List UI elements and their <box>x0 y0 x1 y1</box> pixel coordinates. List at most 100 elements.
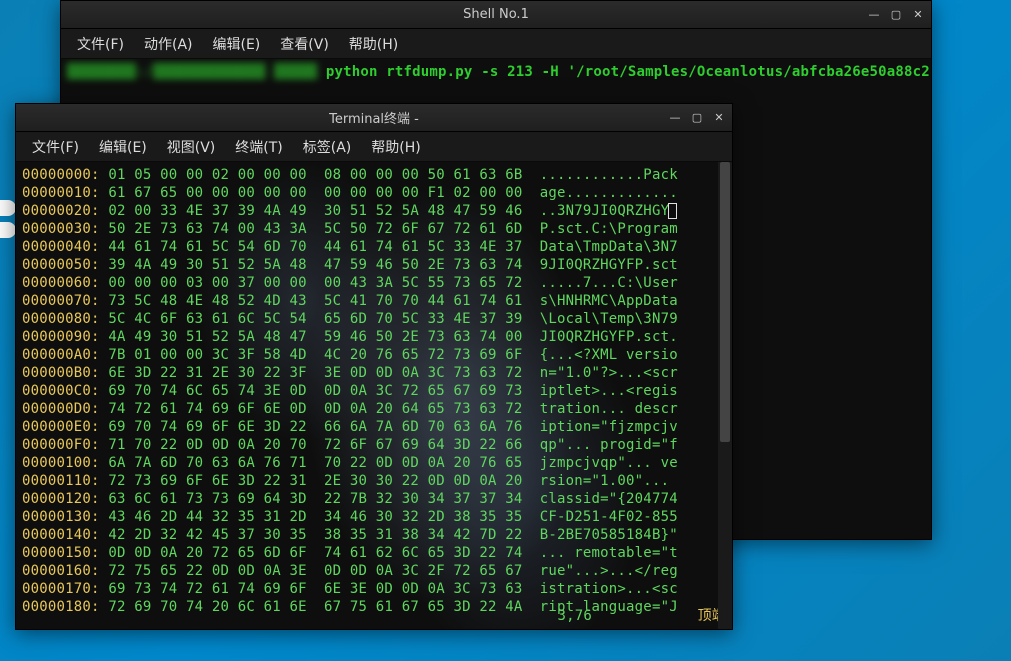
hexdump-row: 00000110: 72 73 69 6F 6E 3D 22 31 2E 30 … <box>22 472 726 490</box>
hexdump-row: 000000F0: 71 70 22 0D 0D 0A 20 70 72 6F … <box>22 436 726 454</box>
menu-edit[interactable]: 编辑(E) <box>205 30 269 58</box>
shell-menubar: 文件(F) 动作(A) 编辑(E) 查看(V) 帮助(H) <box>61 29 931 59</box>
hex-bytes: 74 72 61 74 69 6F 6E 0D 0D 0A 20 64 65 7… <box>108 401 522 417</box>
menu-help[interactable]: 帮助(H) <box>363 133 428 161</box>
menu-view[interactable]: 查看(V) <box>272 30 337 58</box>
hex-ascii: rsion="1.00"... <box>540 473 678 489</box>
menu-file[interactable]: 文件(F) <box>69 30 132 58</box>
hex-bytes: 5C 4C 6F 63 61 6C 5C 54 65 6D 70 5C 33 4… <box>108 311 522 327</box>
hex-address: 00000120: <box>22 491 100 507</box>
hexdump-row: 00000040: 44 61 74 61 5C 54 6D 70 44 61 … <box>22 238 726 256</box>
terminal-menubar: 文件(F) 编辑(E) 视图(V) 终端(T) 标签(A) 帮助(H) <box>16 132 732 162</box>
hex-bytes: 02 00 33 4E 37 39 4A 49 30 51 52 5A 48 4… <box>108 203 522 219</box>
hex-address: 00000130: <box>22 509 100 525</box>
hexdump-row: 00000150: 0D 0D 0A 20 72 65 6D 6F 74 61 … <box>22 544 726 562</box>
hex-address: 00000110: <box>22 473 100 489</box>
terminal-body[interactable]: 00000000: 01 05 00 00 02 00 00 00 08 00 … <box>16 162 732 629</box>
hexdump-row: 000000E0: 69 70 74 69 6F 6E 3D 22 66 6A … <box>22 418 726 436</box>
scrollbar-thumb[interactable] <box>720 162 730 442</box>
hexdump-row: 00000010: 61 67 65 00 00 00 00 00 00 00 … <box>22 184 726 202</box>
hex-address: 000000F0: <box>22 437 100 453</box>
hexdump-row: 00000020: 02 00 33 4E 37 39 4A 49 30 51 … <box>22 202 726 220</box>
hex-ascii: tration... descr <box>540 401 678 417</box>
hex-ascii: s\HNHRMC\AppData <box>540 293 678 309</box>
hex-ascii: P.sct.C:\Program <box>540 221 678 237</box>
hex-bytes: 01 05 00 00 02 00 00 00 08 00 00 00 50 6… <box>108 167 522 183</box>
hex-bytes: 72 75 65 22 0D 0D 0A 3E 0D 0D 0A 3C 2F 7… <box>108 563 522 579</box>
hex-address: 00000180: <box>22 599 100 615</box>
terminal-title: Terminal终端 - <box>329 108 419 127</box>
hex-address: 00000100: <box>22 455 100 471</box>
scrollbar[interactable] <box>718 162 732 629</box>
shell-prompt-hidden: ████████:/█████████████ █████ <box>67 64 317 80</box>
hexdump-row: 00000180: 72 69 70 74 20 6C 61 6E 67 75 … <box>22 598 726 616</box>
cursor <box>668 203 677 219</box>
hex-bytes: 71 70 22 0D 0D 0A 20 70 72 6F 67 69 64 3… <box>108 437 522 453</box>
hexdump-row: 00000080: 5C 4C 6F 63 61 6C 5C 54 65 6D … <box>22 310 726 328</box>
hex-ascii: jzmpcjvqp"... ve <box>540 455 678 471</box>
menu-file[interactable]: 文件(F) <box>24 133 87 161</box>
hex-address: 00000140: <box>22 527 100 543</box>
terminal-window: Terminal终端 - — ▢ ✕ 文件(F) 编辑(E) 视图(V) 终端(… <box>15 103 733 630</box>
menu-action[interactable]: 动作(A) <box>136 30 201 58</box>
menu-terminal[interactable]: 终端(T) <box>227 133 290 161</box>
hex-address: 00000040: <box>22 239 100 255</box>
minimize-icon[interactable]: — <box>865 5 883 23</box>
maximize-icon[interactable]: ▢ <box>887 5 905 23</box>
hex-address: 00000010: <box>22 185 100 201</box>
shell-titlebar[interactable]: Shell No.1 — ▢ ✕ <box>61 1 931 29</box>
hex-address: 000000A0: <box>22 347 100 363</box>
menu-tabs[interactable]: 标签(A) <box>295 133 360 161</box>
hex-ascii: .....7...C:\User <box>540 275 678 291</box>
hex-address: 000000B0: <box>22 365 100 381</box>
hex-address: 00000150: <box>22 545 100 561</box>
hexdump-row: 00000090: 4A 49 30 51 52 5A 48 47 59 46 … <box>22 328 726 346</box>
hex-ascii: CF-D251-4F02-855 <box>540 509 678 525</box>
hex-address: 000000C0: <box>22 383 100 399</box>
maximize-icon[interactable]: ▢ <box>688 108 706 126</box>
hexdump-row: 000000C0: 69 70 74 6C 65 74 3E 0D 0D 0A … <box>22 382 726 400</box>
hex-bytes: 72 69 70 74 20 6C 61 6E 67 75 61 67 65 3… <box>108 599 522 615</box>
menu-help[interactable]: 帮助(H) <box>341 30 406 58</box>
hex-bytes: 0D 0D 0A 20 72 65 6D 6F 74 61 62 6C 65 3… <box>108 545 522 561</box>
hex-address: 00000000: <box>22 167 100 183</box>
hexdump-row: 000000D0: 74 72 61 74 69 6F 6E 0D 0D 0A … <box>22 400 726 418</box>
hexdump-row: 00000120: 63 6C 61 73 73 69 64 3D 22 7B … <box>22 490 726 508</box>
hexdump-row: 00000160: 72 75 65 22 0D 0D 0A 3E 0D 0D … <box>22 562 726 580</box>
hex-bytes: 61 67 65 00 00 00 00 00 00 00 00 00 F1 0… <box>108 185 522 201</box>
hex-bytes: 73 5C 48 4E 48 52 4D 43 5C 41 70 70 44 6… <box>108 293 522 309</box>
hexdump-row: 00000130: 43 46 2D 44 32 35 31 2D 34 46 … <box>22 508 726 526</box>
hex-address: 00000050: <box>22 257 100 273</box>
hex-address: 000000E0: <box>22 419 100 435</box>
hexdump-row: 00000060: 00 00 00 03 00 37 00 00 00 43 … <box>22 274 726 292</box>
hex-address: 00000170: <box>22 581 100 597</box>
hexdump-row: 00000050: 39 4A 49 30 51 52 5A 48 47 59 … <box>22 256 726 274</box>
hex-ascii: iption="fjzmpcjv <box>540 419 678 435</box>
menu-edit[interactable]: 编辑(E) <box>91 133 155 161</box>
hex-address: 00000020: <box>22 203 100 219</box>
minimize-icon[interactable]: — <box>666 108 684 126</box>
hexdump-row: 00000000: 01 05 00 00 02 00 00 00 08 00 … <box>22 166 726 184</box>
hex-ascii: Data\TmpData\3N7 <box>540 239 678 255</box>
terminal-titlebar[interactable]: Terminal终端 - — ▢ ✕ <box>16 104 732 132</box>
hex-bytes: 4A 49 30 51 52 5A 48 47 59 46 50 2E 73 6… <box>108 329 522 345</box>
hex-address: 000000D0: <box>22 401 100 417</box>
hex-address: 00000060: <box>22 275 100 291</box>
hex-address: 00000160: <box>22 563 100 579</box>
hex-ascii: istration>...<sc <box>540 581 678 597</box>
hex-bytes: 50 2E 73 63 74 00 43 3A 5C 50 72 6F 67 7… <box>108 221 522 237</box>
hex-ascii: B-2BE70585184B}" <box>540 527 678 543</box>
hex-bytes: 39 4A 49 30 51 52 5A 48 47 59 46 50 2E 7… <box>108 257 522 273</box>
cursor-position: 3,76 <box>557 607 592 625</box>
hexdump-row: 00000030: 50 2E 73 63 74 00 43 3A 5C 50 … <box>22 220 726 238</box>
close-icon[interactable]: ✕ <box>909 5 927 23</box>
hex-bytes: 69 70 74 69 6F 6E 3D 22 66 6A 7A 6D 70 6… <box>108 419 522 435</box>
close-icon[interactable]: ✕ <box>710 108 728 126</box>
hexdump-row: 00000170: 69 73 74 72 61 74 69 6F 6E 3E … <box>22 580 726 598</box>
hex-ascii: qp"... progid="f <box>540 437 678 453</box>
hex-ascii: ............Pack <box>540 167 678 183</box>
hex-bytes: 42 2D 32 42 45 37 30 35 38 35 31 38 34 4… <box>108 527 522 543</box>
hex-ascii: classid="{204774 <box>540 491 678 507</box>
menu-view[interactable]: 视图(V) <box>159 133 224 161</box>
hexdump-row: 00000140: 42 2D 32 42 45 37 30 35 38 35 … <box>22 526 726 544</box>
